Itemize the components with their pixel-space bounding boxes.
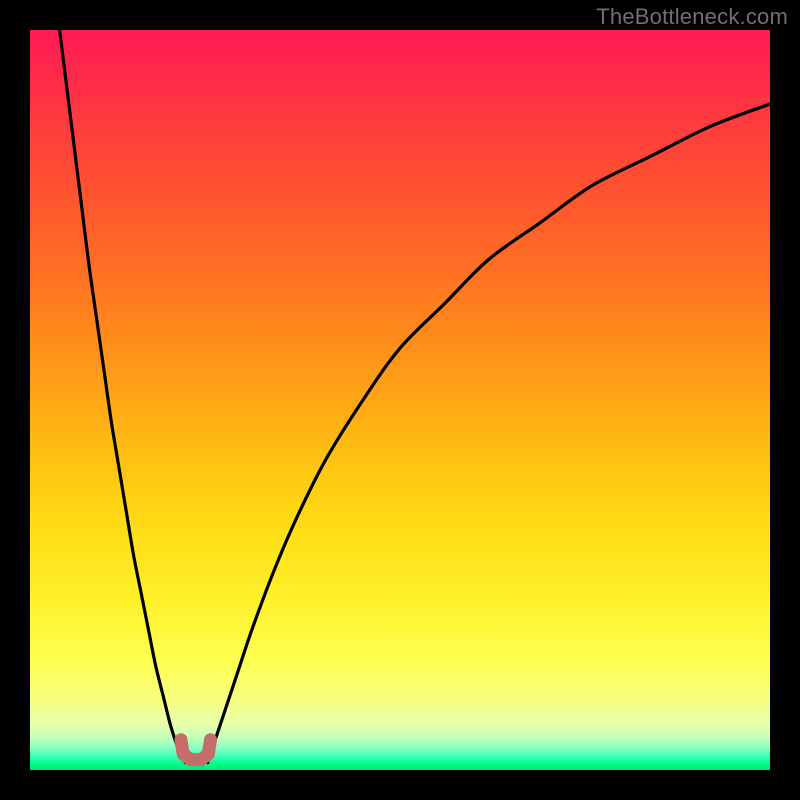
chart-frame: TheBottleneck.com <box>0 0 800 800</box>
curve-svg <box>30 30 770 770</box>
right-branch-path <box>208 104 770 763</box>
plot-area <box>30 30 770 770</box>
u-marker <box>181 740 211 760</box>
left-branch-path <box>60 30 186 763</box>
watermark-text: TheBottleneck.com <box>596 4 788 30</box>
